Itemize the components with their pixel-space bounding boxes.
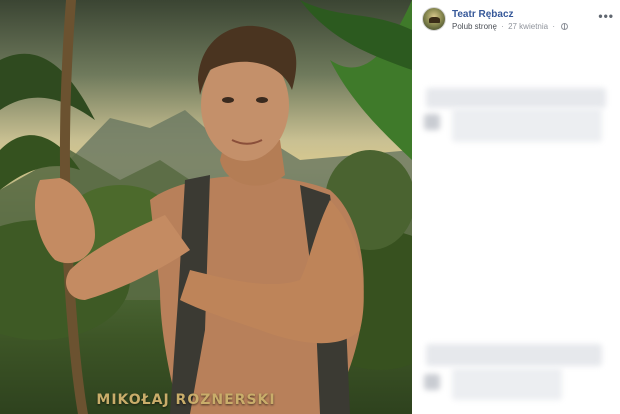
post-sidebar: Teatr Rębacz Polub stronę · 27 kwietnia … xyxy=(412,0,620,414)
blurred-comment xyxy=(426,344,602,366)
page-name-link[interactable]: Teatr Rębacz xyxy=(452,9,514,20)
blurred-avatar xyxy=(424,114,440,130)
blurred-comment xyxy=(452,368,562,400)
meta-separator-2: · xyxy=(552,22,555,31)
poster-artwork xyxy=(0,0,412,414)
meta-separator: · xyxy=(501,22,504,31)
more-options-icon[interactable]: ••• xyxy=(598,9,614,23)
post-date[interactable]: 27 kwietnia xyxy=(508,22,548,31)
like-page-link[interactable]: Polub stronę xyxy=(452,22,497,31)
page-avatar[interactable] xyxy=(422,7,446,31)
blurred-comment xyxy=(452,108,602,142)
post-header: Teatr Rębacz Polub stronę · 27 kwietnia … xyxy=(422,7,618,35)
blurred-avatar xyxy=(424,374,440,390)
globe-icon xyxy=(561,23,569,30)
blurred-comment xyxy=(426,88,606,108)
post-photo[interactable]: MIKOŁAJ ROZNERSKI xyxy=(0,0,412,414)
photo-caption: MIKOŁAJ ROZNERSKI xyxy=(96,392,276,408)
post-meta: Polub stronę · 27 kwietnia · xyxy=(452,22,569,31)
